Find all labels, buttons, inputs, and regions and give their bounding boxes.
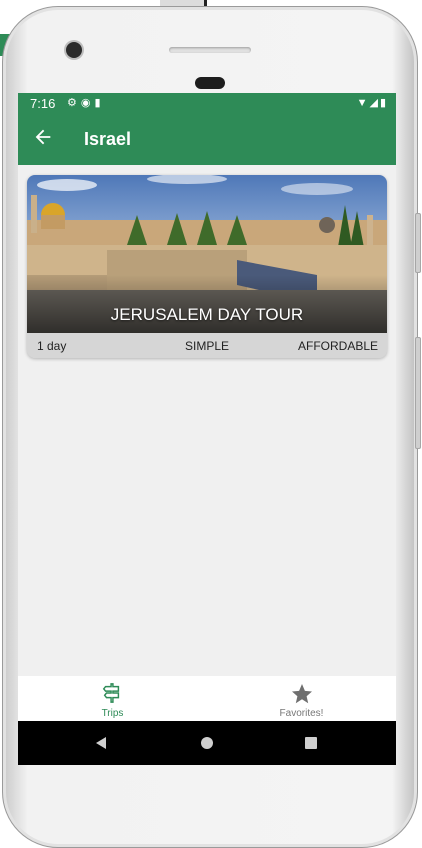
trip-meta: 1 day SIMPLE AFFORDABLE [27,333,387,358]
system-navigation-bar [18,721,396,765]
power-button [415,337,421,449]
trip-affordability: AFFORDABLE [297,339,378,353]
wifi-icon: ▼ [356,97,370,109]
battery-icon: ▮ [379,97,388,109]
tab-favorites[interactable]: Favorites! [207,676,396,721]
status-bar: 7:16 ⚙◉▮ ▼◢▮ [18,93,396,115]
arrow-back-icon[interactable] [32,126,54,148]
earpiece-speaker [169,47,251,53]
proximity-sensor [195,77,225,89]
gear-icon: ⚙ [67,97,81,109]
device-screen: 7:16 ⚙◉▮ ▼◢▮ Israel JERUSALEM DAY TOUR 1… [18,93,396,765]
sim-icon: ▮ [94,97,105,109]
tab-trips-label: Trips [101,708,124,719]
status-right-icons: ▼◢▮ [357,96,388,109]
trip-card[interactable]: JERUSALEM DAY TOUR 1 day SIMPLE AFFORDAB… [27,175,387,358]
page-title: Israel [84,129,132,149]
trip-title: JERUSALEM DAY TOUR [110,305,304,324]
status-left-icons: ⚙◉▮ [67,96,105,109]
front-camera [66,42,82,58]
back-triangle-icon[interactable] [94,736,108,750]
bottom-navigation: Trips Favorites! [18,676,396,721]
star-icon [292,684,312,704]
home-circle-icon[interactable] [200,736,214,750]
tab-trips[interactable]: Trips [18,676,207,721]
tab-favorites-label: Favorites! [279,708,324,719]
recents-square-icon[interactable] [304,736,318,750]
vpn-icon: ◉ [80,97,95,109]
signal-icon: ◢ [369,97,380,109]
volume-button [415,213,421,273]
status-time: 7:16 [30,96,56,111]
signpost-icon [102,683,120,703]
app-bar: Israel [18,115,396,165]
